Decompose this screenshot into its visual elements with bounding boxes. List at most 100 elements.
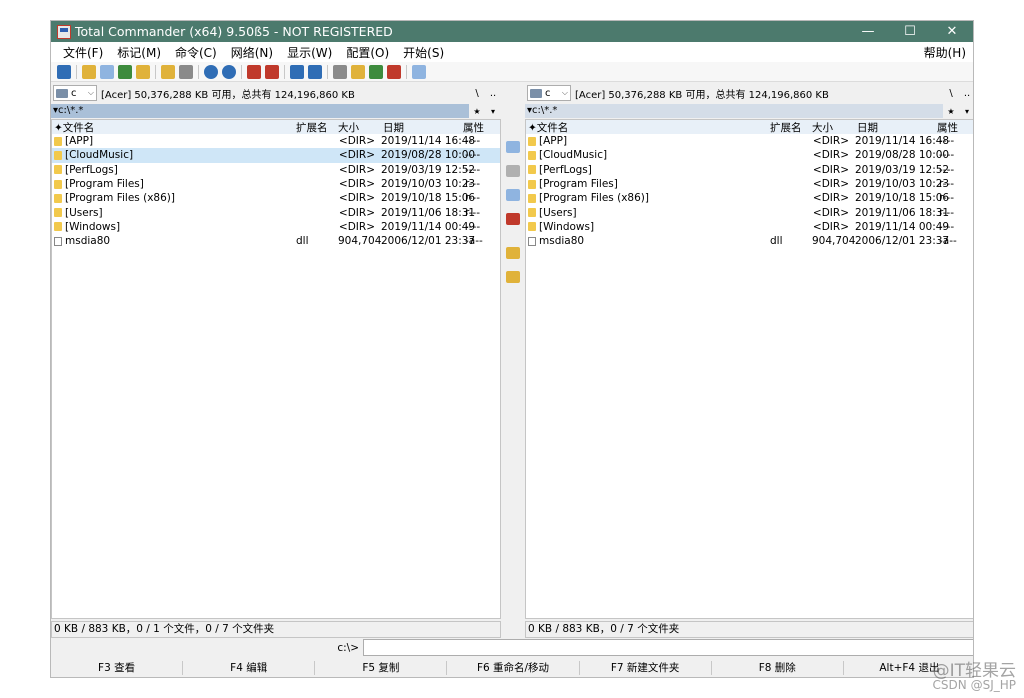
menu-net[interactable]: 网络(N) [224,44,280,61]
left-up-button[interactable]: .. [485,88,501,99]
refresh-icon[interactable] [57,64,71,79]
forward-icon[interactable] [222,64,236,79]
file-date: 2019/11/14 00:49 [381,220,476,233]
ftp-new-icon[interactable] [387,64,401,79]
sync-icon[interactable] [290,64,304,79]
file-date: 2019/10/18 15:06 [855,192,950,205]
right-file-list[interactable]: ✦文件名 扩展名 大小 日期 属性 [APP] <DIR> 2019/11/14 1… [525,119,973,619]
file-row[interactable]: [APP] <DIR> 2019/11/14 16:48 ---- [526,134,973,148]
menu-commands[interactable]: 命令(C) [168,44,224,61]
file-row[interactable]: [Windows] <DIR> 2019/11/14 00:49 ---- [526,220,973,234]
close-button[interactable]: ✕ [931,21,973,42]
header-size[interactable]: 大小 [812,120,853,135]
new-folder-icon[interactable] [506,271,520,283]
f3-view-button[interactable]: F3 查看 [51,661,184,675]
right-up-button[interactable]: .. [959,88,973,99]
f5-copy-button[interactable]: F5 复制 [315,661,448,675]
brief-view-icon[interactable] [82,64,96,79]
unpack-icon[interactable] [265,64,279,79]
right-favorites-button[interactable]: ▾ [959,107,973,116]
header-date[interactable]: 日期 [853,120,937,135]
notepad-icon[interactable] [412,64,426,79]
header-date[interactable]: 日期 [379,120,463,135]
tree-view-icon[interactable] [136,64,150,79]
menu-configuration[interactable]: 配置(O) [339,44,396,61]
file-ext: dll [296,235,309,248]
f8-delete-button[interactable]: F8 删除 [712,661,844,675]
menu-show[interactable]: 显示(W) [280,44,339,61]
folder-icon [528,208,536,218]
compare-dirs-icon[interactable] [506,213,520,225]
invert-select-icon[interactable] [179,64,193,79]
file-row[interactable]: [Program Files (x86)] <DIR> 2019/10/18 15:… [526,191,973,205]
right-drive-select[interactable]: c ⌵ [527,85,571,101]
file-row[interactable]: [Program Files] <DIR> 2019/10/03 10:23 r--- [526,177,973,191]
command-prompt: c:\> [337,641,359,654]
view-icon[interactable] [506,165,520,177]
pack-icon[interactable] [247,64,261,79]
right-path[interactable]: ▾c:\*.* [525,104,943,118]
ftp-icon[interactable] [369,64,383,79]
menu-file[interactable]: 文件(F) [56,44,110,61]
header-attr[interactable]: 属性 [937,120,973,135]
left-drive-select[interactable]: c ⌵ [53,85,97,101]
copy-panel-icon[interactable] [506,189,520,201]
sort-icon[interactable] [161,64,175,79]
right-root-button[interactable]: \ [943,88,959,99]
file-row[interactable]: [Users] <DIR> 2019/11/06 18:31 r--- [526,205,973,219]
file-name-cell: [Users] [52,207,296,219]
minimize-button[interactable]: — [847,21,889,42]
file-row[interactable]: [PerfLogs] <DIR> 2019/03/19 12:52 ---- [52,163,500,177]
header-name[interactable]: ✦文件名 [526,120,770,135]
file-size: <DIR> [338,135,375,148]
compare-icon[interactable] [308,64,322,79]
file-size: <DIR> [812,135,849,148]
file-row[interactable]: [Windows] <DIR> 2019/11/14 00:49 ---- [52,220,500,234]
f7-newfolder-button[interactable]: F7 新建文件夹 [580,661,712,675]
file-row[interactable]: [Program Files (x86)] <DIR> 2019/10/18 15:… [52,191,500,205]
header-size[interactable]: 大小 [338,120,379,135]
file-row[interactable]: [Users] <DIR> 2019/11/06 18:31 r--- [52,205,500,219]
file-name: [APP] [65,135,94,148]
full-view-icon[interactable] [100,64,114,79]
right-history-button[interactable]: ★ [943,107,959,116]
thumbnail-view-icon[interactable] [118,64,132,79]
file-size: <DIR> [812,206,849,219]
left-root-button[interactable]: \ [469,88,485,99]
maximize-button[interactable]: ☐ [889,21,931,42]
watermark-sub: CSDN @SJ_HP [932,678,1016,692]
file-row[interactable]: [CloudMusic] <DIR> 2019/08/28 10:00 ---- [526,148,973,162]
command-input[interactable] [363,639,973,656]
left-file-list[interactable]: ✦文件名 扩展名 大小 日期 属性 [APP] <DIR> 2019/11/14 1… [51,119,501,619]
file-row[interactable]: [PerfLogs] <DIR> 2019/03/19 12:52 ---- [526,163,973,177]
multirename-icon[interactable] [351,64,365,79]
header-ext[interactable]: 扩展名 [770,120,812,135]
menu-help[interactable]: 帮助(H) [917,44,973,61]
file-row[interactable]: msdia80 dll 904,704 2006/12/01 23:37 -a-- [52,234,500,248]
file-row[interactable]: [CloudMusic] <DIR> 2019/08/28 10:00 ---- [52,148,500,163]
header-attr[interactable]: 属性 [463,120,500,135]
left-favorites-button[interactable]: ▾ [485,107,501,116]
find-icon[interactable] [333,64,347,79]
file-row[interactable]: [Program Files] <DIR> 2019/10/03 10:23 r--- [52,177,500,191]
folder-icon [54,208,62,218]
menu-start[interactable]: 开始(S) [396,44,451,61]
menu-mark[interactable]: 标记(M) [110,44,168,61]
find-files-icon[interactable] [506,141,520,153]
file-row[interactable]: [APP] <DIR> 2019/11/14 16:48 ---- [52,134,500,148]
header-name[interactable]: ✦文件名 [52,120,296,135]
f4-edit-button[interactable]: F4 编辑 [183,661,316,675]
left-drive-letter: c [71,87,77,99]
file-name: [Program Files] [65,178,144,191]
header-ext[interactable]: 扩展名 [296,120,338,135]
file-row[interactable]: msdia80 dll 904,704 2006/12/01 23:37 -a-- [526,234,973,248]
back-icon[interactable] [204,64,218,79]
file-attr: r--- [465,206,481,219]
title-bar[interactable]: Total Commander (x64) 9.50ß5 - NOT REGIS… [51,21,973,42]
left-path[interactable]: ▾c:\*.* [51,104,469,118]
folder-icon [54,179,62,189]
f6-move-button[interactable]: F6 重命名/移动 [447,661,580,675]
pack-files-icon[interactable] [506,247,520,259]
left-history-button[interactable]: ★ [469,107,485,116]
file-size: <DIR> [338,192,375,205]
